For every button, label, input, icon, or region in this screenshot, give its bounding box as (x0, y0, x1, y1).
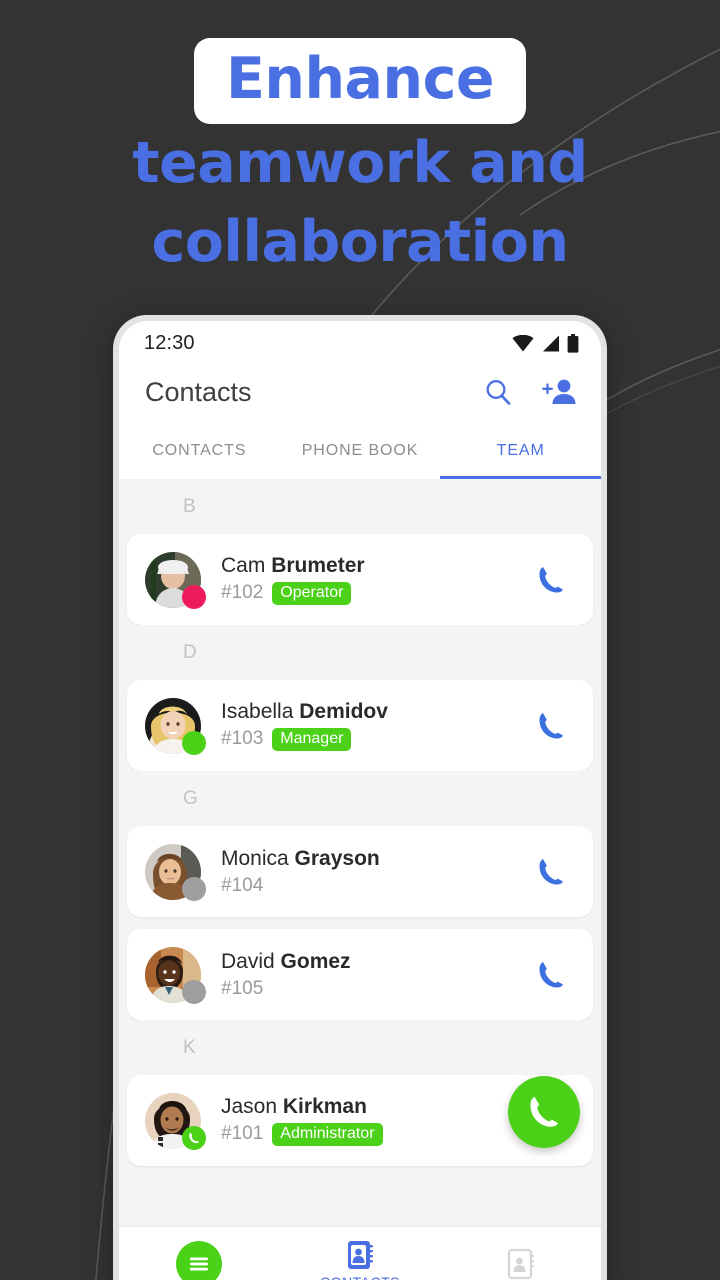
contact-last-name: Brumeter (271, 553, 365, 577)
contact-details: Cam Brumeter #102 Operator (221, 554, 365, 606)
role-badge: Administrator (272, 1122, 383, 1147)
contact-extension: #101 (221, 1123, 264, 1145)
contact-extension: #104 (221, 874, 264, 896)
presence-indicator-online (182, 730, 206, 755)
contact-details: David Gomez #105 (221, 950, 351, 1000)
role-badge: Operator (272, 581, 352, 606)
contact-details: Monica Grayson #104 (221, 847, 380, 897)
contacts-book-icon (348, 1240, 373, 1269)
status-bar-time: 12:30 (144, 331, 195, 354)
presence-indicator-busy (182, 584, 206, 609)
hamburger-menu-icon (190, 1257, 209, 1270)
role-badge: Manager (272, 727, 352, 752)
contact-row[interactable]: Monica Grayson #104 (127, 826, 593, 917)
contact-subline: #105 (221, 978, 351, 1000)
contact-row[interactable]: Cam Brumeter #102 Operator (127, 534, 593, 625)
contact-details: Jason Kirkman #101 Administrator (221, 1095, 383, 1147)
search-button[interactable] (480, 374, 516, 410)
menu-circle (176, 1240, 223, 1280)
page-title: Contacts (145, 376, 252, 407)
call-icon (539, 566, 563, 593)
promo-headline: Enhance teamwork and collaboration (0, 38, 720, 282)
call-fab-icon (530, 1096, 559, 1127)
nav-item-phonebook[interactable] (440, 1247, 601, 1280)
add-contact-icon (542, 379, 576, 404)
call-fab-button[interactable] (508, 1076, 580, 1148)
contact-extension: #105 (221, 977, 264, 999)
contact-details: Isabella Demidov #103 Manager (221, 700, 388, 752)
contact-row[interactable]: David Gomez #105 (127, 929, 593, 1020)
battery-icon (567, 333, 579, 353)
contact-subline: #103 Manager (221, 727, 388, 752)
contact-subline: #104 (221, 875, 380, 897)
contact-last-name: Gomez (280, 949, 351, 973)
contact-first-name: Jason (221, 1094, 278, 1118)
call-icon (539, 961, 563, 988)
call-button[interactable] (531, 852, 571, 892)
bottom-navigation: CONTACTS (119, 1226, 601, 1280)
avatar (145, 1092, 206, 1150)
search-icon (486, 380, 511, 405)
nav-item-contacts[interactable]: CONTACTS (280, 1238, 441, 1280)
headline-line-3: collaboration (151, 209, 569, 275)
contact-list[interactable]: B Cam Brumeter #102 Operator D Isabella … (119, 479, 601, 1226)
contact-last-name: Demidov (299, 699, 388, 723)
call-button[interactable] (531, 706, 571, 746)
tab-contacts[interactable]: CONTACTS (119, 423, 280, 479)
contact-name: Monica Grayson (221, 847, 380, 871)
contact-first-name: Isabella (221, 699, 294, 723)
contact-subline: #101 Administrator (221, 1122, 383, 1147)
avatar (145, 697, 206, 755)
contact-first-name: Monica (221, 846, 289, 870)
contact-name: Jason Kirkman (221, 1095, 383, 1119)
contact-name: Cam Brumeter (221, 554, 365, 578)
phone-screen: 12:30 Contacts CONTACTS PHONE BOOK TEAM … (119, 321, 601, 1280)
section-header: G (119, 771, 601, 826)
contact-first-name: Cam (221, 553, 266, 577)
call-icon (539, 858, 563, 885)
presence-indicator-offline (182, 876, 206, 901)
nav-item-contacts-label: CONTACTS (320, 1274, 400, 1280)
contact-subline: #102 Operator (221, 581, 365, 606)
contact-extension: #102 (221, 582, 264, 604)
call-button[interactable] (531, 560, 571, 600)
contact-last-name: Grayson (294, 846, 380, 870)
avatar (145, 551, 206, 609)
tab-bar: CONTACTS PHONE BOOK TEAM (119, 423, 601, 479)
presence-indicator-on-call (182, 1125, 206, 1150)
add-contact-button[interactable] (541, 374, 577, 410)
avatar (145, 946, 206, 1004)
contact-last-name: Kirkman (282, 1094, 367, 1118)
headline-line-2: teamwork and (132, 130, 588, 196)
section-header: D (119, 625, 601, 680)
contact-name: Isabella Demidov (221, 700, 388, 724)
contacts-book-outline-icon (507, 1248, 534, 1279)
tab-team[interactable]: TEAM (440, 423, 601, 479)
cellular-signal-icon (543, 335, 559, 351)
app-bar-actions (480, 374, 577, 410)
contact-row[interactable]: Isabella Demidov #103 Manager (127, 680, 593, 771)
call-button[interactable] (531, 955, 571, 995)
avatar (145, 843, 206, 901)
section-header: B (119, 479, 601, 534)
nav-item-menu[interactable] (119, 1240, 280, 1280)
contact-extension: #103 (221, 728, 264, 750)
headline-line-1: Enhance (193, 38, 527, 124)
tab-phone-book[interactable]: PHONE BOOK (280, 423, 441, 479)
call-icon (539, 712, 563, 739)
call-status-icon (189, 1132, 199, 1143)
app-bar: Contacts (119, 361, 601, 423)
wifi-icon (512, 334, 534, 351)
presence-indicator-offline (182, 979, 206, 1004)
phone-mockup: 12:30 Contacts CONTACTS PHONE BOOK TEAM … (113, 315, 607, 1280)
status-bar-icons (512, 333, 579, 353)
section-header: K (119, 1020, 601, 1075)
status-bar: 12:30 (119, 321, 601, 361)
contact-name: David Gomez (221, 950, 351, 974)
contact-first-name: David (221, 949, 275, 973)
